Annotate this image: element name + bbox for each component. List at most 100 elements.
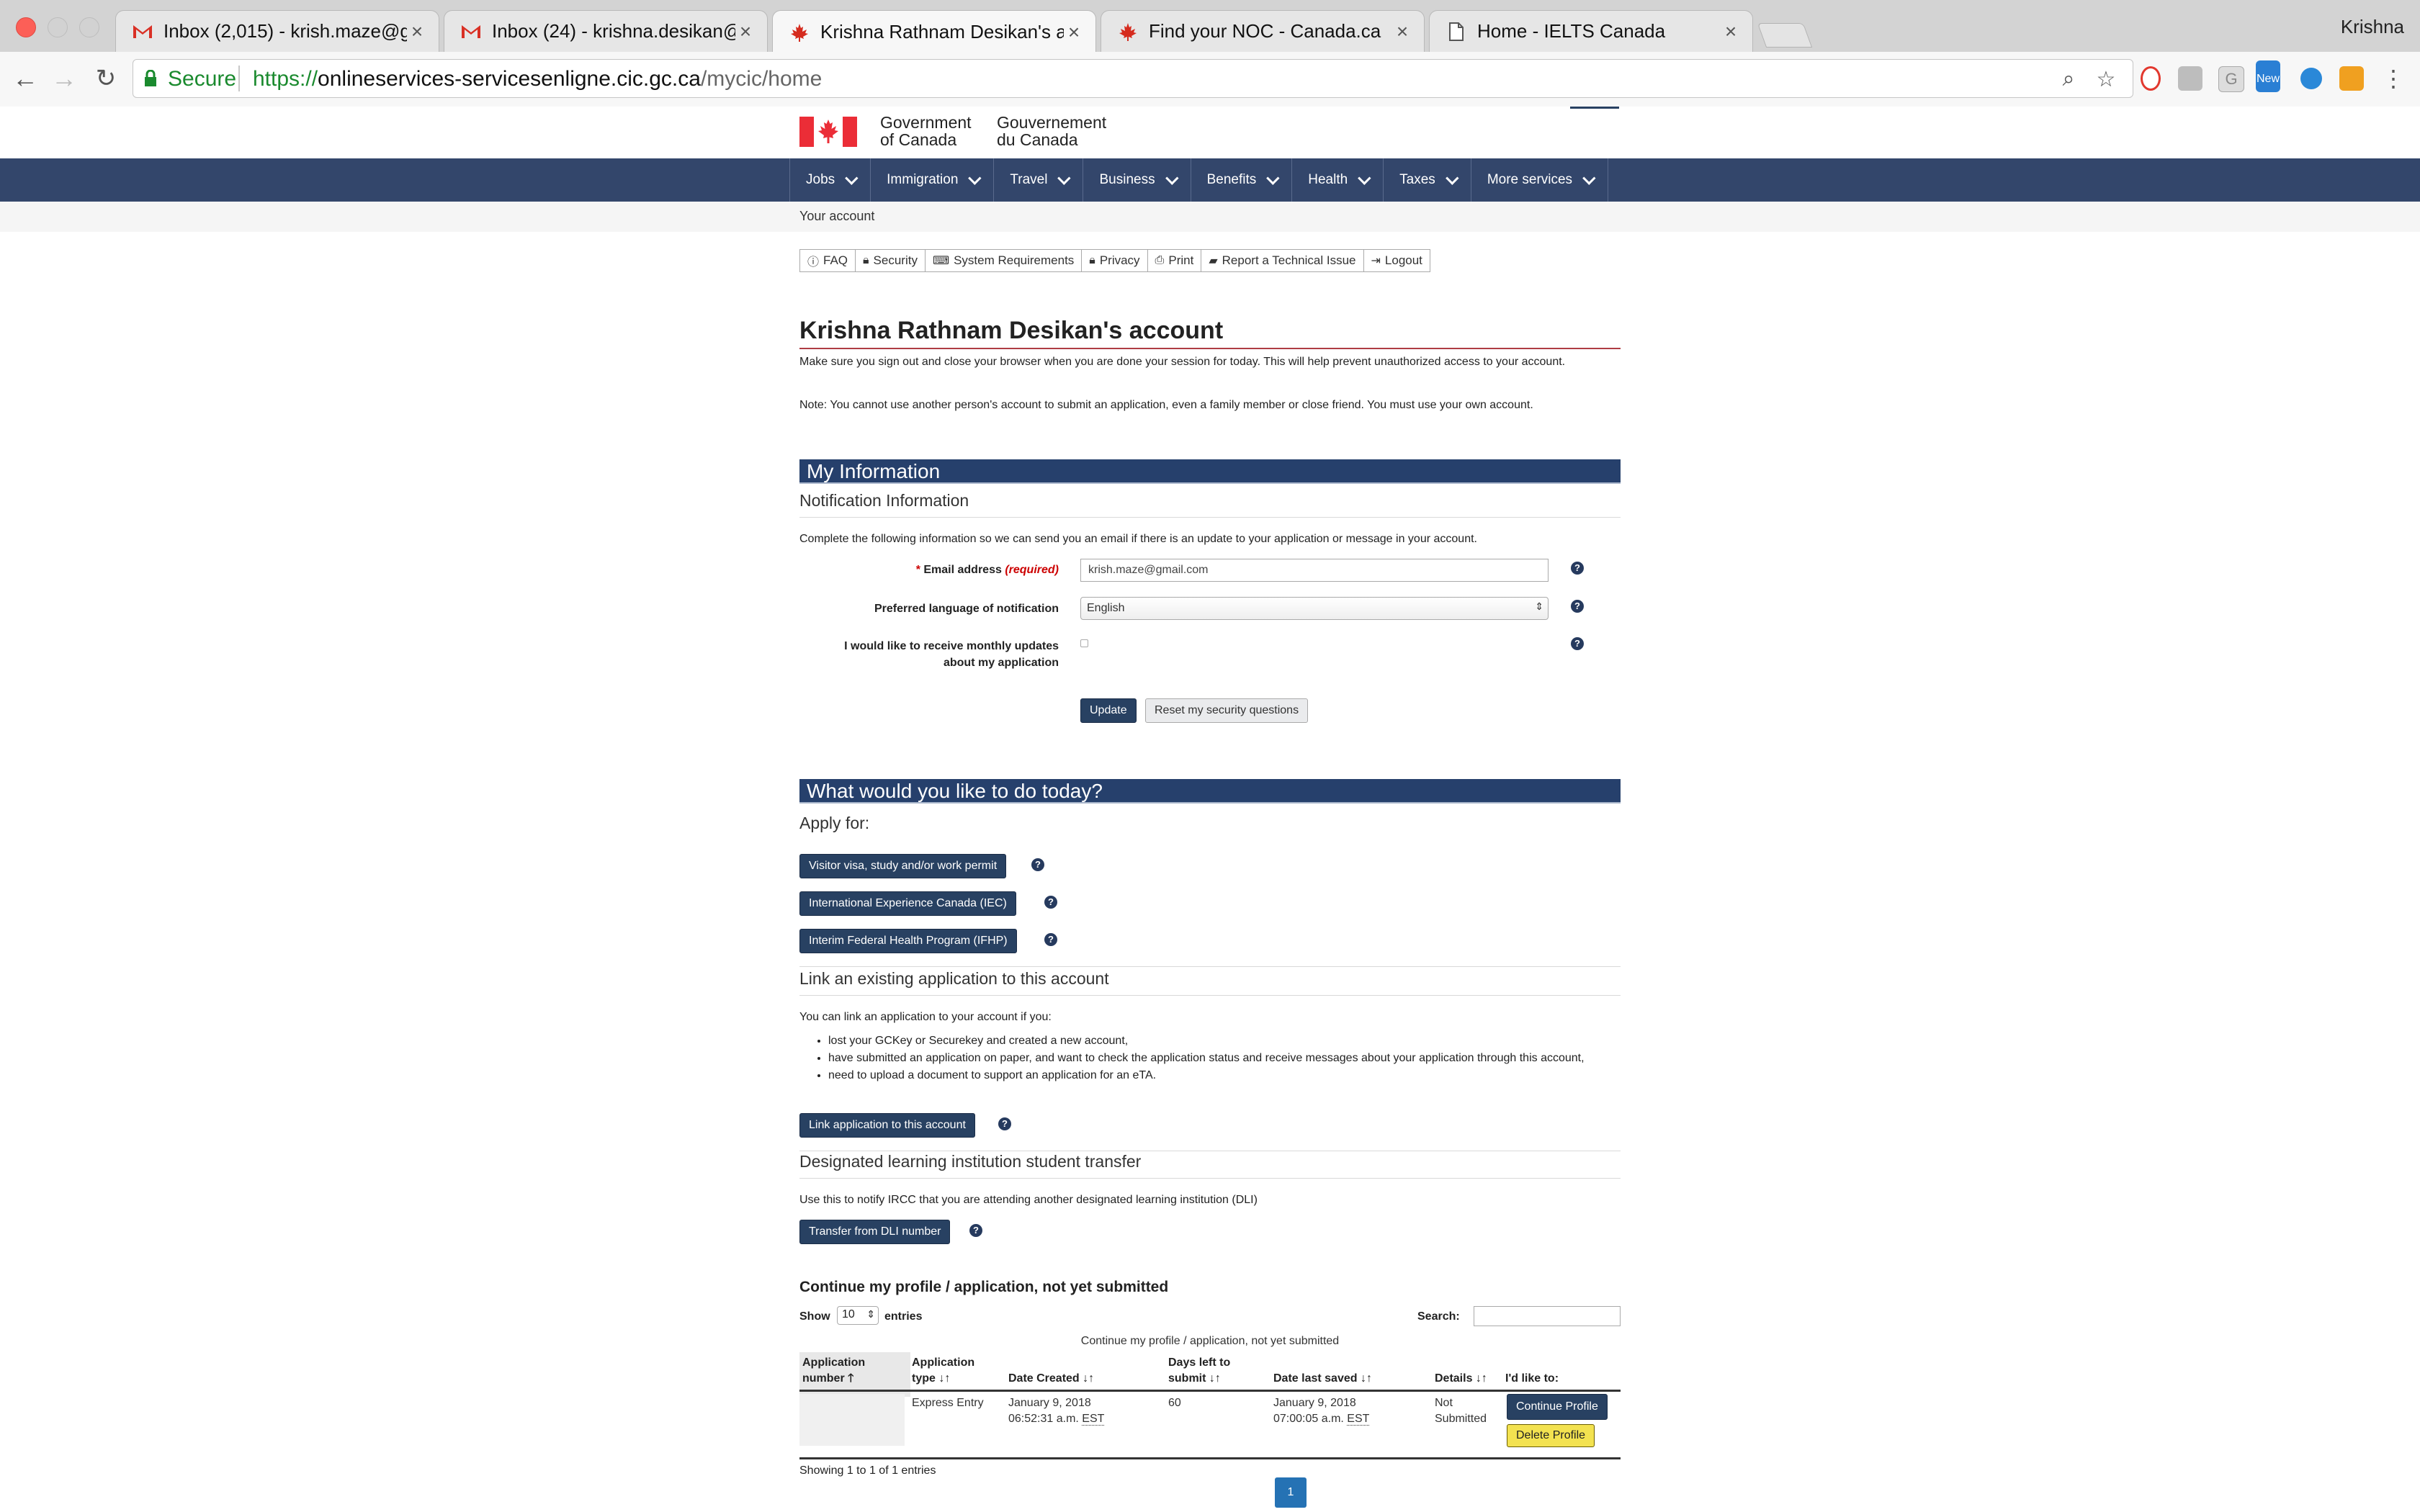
- url-path: /mycic/home: [700, 67, 823, 91]
- browser-tab[interactable]: Inbox (24) - krishna.desikan@ ×: [444, 10, 768, 52]
- browser-profile[interactable]: Krishna: [2341, 16, 2404, 38]
- help-icon[interactable]: ?: [1571, 600, 1584, 613]
- gc-header: [0, 107, 2420, 158]
- tab-close-icon[interactable]: ×: [1392, 20, 1412, 43]
- menu-immigration[interactable]: Immigration: [871, 158, 995, 202]
- help-icon[interactable]: ?: [1044, 896, 1057, 909]
- forward-arrow-icon[interactable]: →: [48, 62, 81, 95]
- pagination-page-1[interactable]: 1: [1275, 1477, 1307, 1508]
- email-field[interactable]: [1080, 559, 1549, 582]
- help-icon[interactable]: ?: [1031, 858, 1044, 871]
- help-icon[interactable]: ?: [969, 1224, 982, 1237]
- account-toolbar: ⓘ FAQ 🔒︎ Security ⌨ System Requirements 🔒︎ P…: [799, 249, 1430, 272]
- cell-days-left: 60: [1168, 1397, 1181, 1409]
- new-tab-button[interactable]: [1757, 23, 1813, 48]
- col-header-date-created[interactable]: Date Created ↓↑: [1008, 1371, 1138, 1387]
- browser-tab[interactable]: Inbox (2,015) - krish.maze@gm ×: [115, 10, 439, 52]
- help-icon[interactable]: ?: [1571, 637, 1584, 650]
- zoom-window-button[interactable]: [79, 17, 99, 37]
- menu-health[interactable]: Health: [1292, 158, 1384, 202]
- gc-wordmark-fr[interactable]: Gouvernement du Canada: [997, 114, 1106, 148]
- entries-select[interactable]: 10 ⇕: [837, 1306, 879, 1325]
- opera-extension-icon[interactable]: [2141, 66, 2161, 91]
- privacy-link[interactable]: 🔒︎ Privacy: [1082, 250, 1148, 271]
- select-arrows-icon: ⇕: [866, 1308, 875, 1320]
- header-text: Application: [912, 1356, 975, 1369]
- gc-name-fr-line1: Gouvernement: [997, 113, 1107, 132]
- continue-profile-button[interactable]: Continue Profile: [1507, 1394, 1608, 1420]
- entries-selected-value: 10: [842, 1308, 855, 1320]
- language-select[interactable]: English ⇕: [1080, 597, 1549, 620]
- reload-icon[interactable]: ↻: [89, 62, 122, 95]
- col-header-days-left[interactable]: Days left to submit ↓↑: [1168, 1355, 1262, 1387]
- faq-link[interactable]: ⓘ FAQ: [800, 250, 856, 271]
- security-link[interactable]: 🔒︎ Security: [856, 250, 926, 271]
- menu-benefits[interactable]: Benefits: [1191, 158, 1293, 202]
- lock-icon: 🔒︎: [863, 254, 869, 266]
- gc-wordmark-en[interactable]: Government of Canada: [880, 114, 972, 148]
- lock-icon: [145, 70, 156, 86]
- system-requirements-link[interactable]: ⌨ System Requirements: [926, 250, 1083, 271]
- iec-button[interactable]: International Experience Canada (IEC): [799, 891, 1016, 916]
- col-header-app-type[interactable]: Application type ↓↑: [912, 1355, 998, 1387]
- close-window-button[interactable]: [16, 17, 36, 37]
- help-icon[interactable]: ?: [1044, 933, 1057, 946]
- bookmark-star-icon[interactable]: ☆: [2094, 67, 2118, 91]
- update-button[interactable]: Update: [1080, 698, 1137, 723]
- header-text: submit: [1168, 1372, 1206, 1385]
- chevron-down-icon: [845, 171, 859, 185]
- monthly-updates-label-line2: about my application: [943, 657, 1059, 669]
- col-header-details[interactable]: Details ↓↑: [1435, 1371, 1500, 1387]
- page-icon: [1446, 21, 1467, 42]
- lock-icon: 🔒︎: [1089, 254, 1095, 266]
- minimize-window-button[interactable]: [48, 17, 68, 37]
- section-heading-my-information: My Information: [799, 459, 1621, 484]
- monthly-updates-checkbox[interactable]: [1080, 639, 1088, 647]
- tab-close-icon[interactable]: ×: [1721, 20, 1741, 43]
- transfer-dli-button[interactable]: Transfer from DLI number: [799, 1220, 951, 1244]
- browser-menu-icon[interactable]: ⋮: [2377, 62, 2410, 95]
- timezone-abbr: EST: [1082, 1413, 1105, 1426]
- menu-business[interactable]: Business: [1083, 158, 1191, 202]
- timezone-abbr: EST: [1347, 1413, 1370, 1426]
- url-text[interactable]: https://onlineservices-servicesenligne.c…: [253, 67, 822, 91]
- tab-close-icon[interactable]: ×: [407, 20, 427, 43]
- title-underline: [799, 348, 1621, 349]
- browser-tab[interactable]: Home - IELTS Canada ×: [1429, 10, 1753, 52]
- ifhp-button[interactable]: Interim Federal Health Program (IFHP): [799, 929, 1017, 953]
- address-bar[interactable]: Secure https://onlineservices-servicesen…: [133, 59, 2133, 98]
- grammar-extension-icon[interactable]: G: [2218, 66, 2244, 92]
- main-menu: Jobs Immigration Travel Business Benefit…: [0, 158, 2420, 202]
- menu-more-services[interactable]: More services: [1471, 158, 1609, 202]
- tab-close-icon[interactable]: ×: [735, 20, 756, 43]
- visitor-visa-button[interactable]: Visitor visa, study and/or work permit: [799, 854, 1007, 878]
- apply-for-heading: Apply for:: [799, 814, 870, 832]
- browser-tab[interactable]: Find your NOC - Canada.ca ×: [1101, 10, 1425, 52]
- table-search-input[interactable]: [1474, 1306, 1621, 1326]
- logout-link[interactable]: ⇥ Logout: [1364, 250, 1430, 271]
- help-icon[interactable]: ?: [998, 1117, 1011, 1130]
- col-header-date-saved[interactable]: Date last saved ↓↑: [1273, 1371, 1417, 1387]
- gc-name-fr-line2: du Canada: [997, 130, 1078, 149]
- menu-jobs[interactable]: Jobs: [790, 158, 871, 202]
- browser-tab-active[interactable]: Krishna Rathnam Desikan's ac ×: [772, 10, 1096, 53]
- menu-taxes[interactable]: Taxes: [1384, 158, 1471, 202]
- new-extension-icon[interactable]: New: [2256, 60, 2280, 92]
- print-link[interactable]: ⎙ Print: [1148, 250, 1202, 271]
- reset-security-questions-button[interactable]: Reset my security questions: [1145, 698, 1309, 723]
- maple-leaf-icon: [1117, 21, 1139, 42]
- tab-close-icon[interactable]: ×: [1064, 21, 1084, 44]
- help-icon[interactable]: ?: [1571, 562, 1584, 575]
- report-issue-link[interactable]: ▰ Report a Technical Issue: [1201, 250, 1364, 271]
- link-application-button[interactable]: Link application to this account: [799, 1113, 975, 1138]
- page-title: Krishna Rathnam Desikan's account: [799, 317, 1224, 344]
- breadcrumb-item[interactable]: Your account: [799, 209, 874, 224]
- chevron-down-icon: [1165, 171, 1179, 185]
- back-arrow-icon[interactable]: ←: [9, 62, 42, 95]
- chat-extension-icon[interactable]: [2178, 66, 2202, 91]
- zoom-icon[interactable]: ⌕: [2056, 67, 2081, 91]
- circle-extension-icon[interactable]: [2300, 68, 2322, 89]
- orange-extension-icon[interactable]: [2339, 66, 2364, 91]
- menu-travel[interactable]: Travel: [994, 158, 1084, 202]
- delete-profile-button[interactable]: Delete Profile: [1507, 1424, 1595, 1447]
